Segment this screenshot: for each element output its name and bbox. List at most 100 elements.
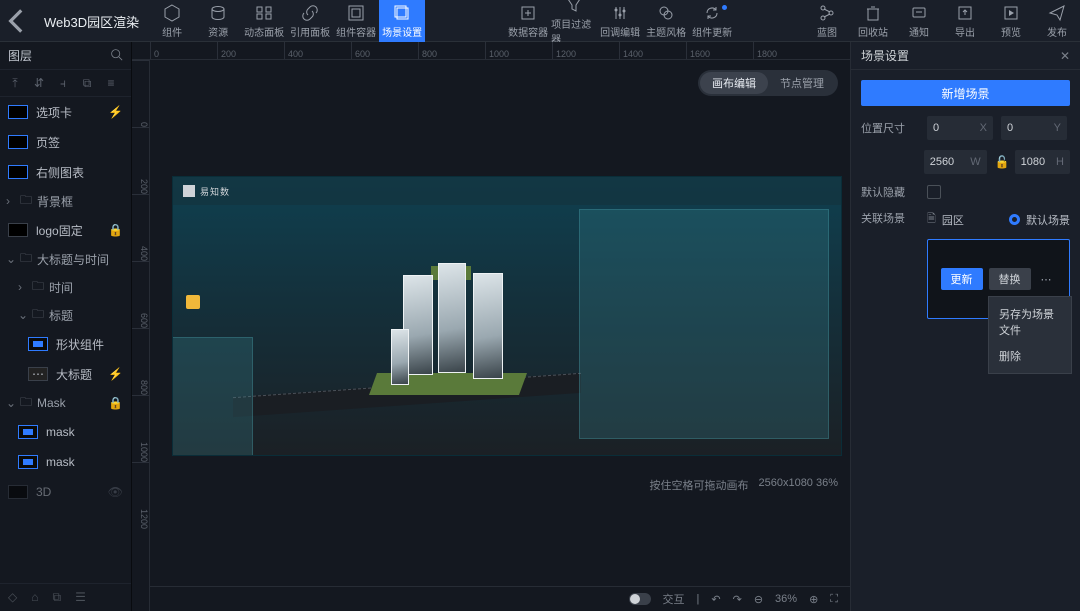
folder-icon: 🗀 — [20, 191, 32, 212]
ruler-horizontal: 020040060080010001200140016001800 — [132, 42, 850, 60]
layer-item[interactable]: 3D👁 — [0, 477, 131, 507]
eye-off-icon[interactable]: 👁 — [108, 485, 123, 499]
y-input[interactable]: 0Y — [1001, 116, 1067, 140]
tool-dynamic-panel[interactable]: 动态面板 — [241, 0, 287, 42]
footer-tool-icon[interactable]: ⧉ — [52, 590, 61, 605]
tool-filter[interactable]: 项目过滤器 — [551, 0, 597, 42]
add-scene-button[interactable]: 新增场景 — [861, 80, 1070, 106]
tool-preview[interactable]: 预览 — [988, 0, 1034, 42]
zoom-in-icon[interactable]: ⊕ — [809, 593, 818, 606]
position-label: 位置尺寸 — [861, 120, 919, 136]
dd-save-as[interactable]: 另存为场景文件 — [989, 301, 1071, 343]
update-button[interactable]: 更新 — [941, 268, 983, 290]
folder-icon: 🗀 — [20, 393, 32, 414]
tool-notify[interactable]: 通知 — [896, 0, 942, 42]
tool-data-container[interactable]: 数据容器 — [505, 0, 551, 42]
replace-button[interactable]: 替换 — [989, 268, 1031, 290]
folder-icon: 🗀 — [32, 277, 44, 298]
top-bar: Web3D园区渲染 组件 资源 动态面板 引用面板 组件容器 场景设置 数据容器… — [0, 0, 1080, 42]
align-group-icon[interactable]: ⧉ — [80, 76, 94, 90]
scene-viewport[interactable]: 易知数 — [172, 176, 842, 456]
canvas-area: 020040060080010001200140016001800 020040… — [132, 42, 850, 611]
mode-edit[interactable]: 画布编辑 — [700, 72, 768, 94]
tool-ref-panel[interactable]: 引用面板 — [287, 0, 333, 42]
interact-toggle[interactable] — [629, 593, 651, 605]
layer-group[interactable]: ›🗀时间 — [0, 273, 131, 301]
height-input[interactable]: 1080H — [1015, 150, 1070, 174]
dd-delete[interactable]: 删除 — [989, 343, 1071, 369]
layer-panel-title: 图层 — [8, 47, 32, 64]
width-input[interactable]: 2560W — [924, 150, 987, 174]
ruler-vertical: 020040060080010001200 — [132, 60, 150, 611]
tool-recycle[interactable]: 回收站 — [850, 0, 896, 42]
search-icon[interactable] — [110, 48, 123, 64]
tool-container[interactable]: 组件容器 — [333, 0, 379, 42]
more-dropdown: 另存为场景文件 删除 — [988, 296, 1072, 374]
layer-group[interactable]: ⌄🗀Mask🔒 — [0, 389, 131, 417]
default-scene-radio[interactable] — [1009, 214, 1020, 225]
bolt-icon: ⚡ — [108, 367, 123, 381]
folder-icon: 🗀 — [32, 305, 44, 326]
divider: | — [697, 593, 700, 605]
tool-theme[interactable]: 主题风格 — [643, 0, 689, 42]
right-overlay-panel[interactable] — [579, 209, 829, 439]
bottom-statusbar: 交互 | ↶ ↷ ⊖ 36% ⊕ ⛶ — [150, 586, 850, 611]
file-icon: 🗎 — [927, 210, 936, 229]
scene-thumbnail-card: 更新 替换 ⋯ 另存为场景文件 删除 — [927, 239, 1070, 319]
close-icon[interactable]: ✕ — [1060, 49, 1070, 63]
back-button[interactable] — [0, 0, 34, 42]
link-scene-label: 关联场景 — [861, 210, 919, 226]
layer-item[interactable]: mask — [0, 417, 131, 447]
layer-item[interactable]: 右侧图表 — [0, 157, 131, 187]
x-input[interactable]: 0X — [927, 116, 993, 140]
left-overlay-panel[interactable] — [173, 337, 253, 455]
layer-tree: 选项卡⚡ 页签 右侧图表 ›🗀背景框 logo固定🔒 ⌄🗀大标题与时间 ›🗀时间… — [0, 97, 131, 583]
align-mid-icon[interactable]: ⇵ — [32, 76, 46, 90]
toolbar-mid: 数据容器 项目过滤器 回调编辑 主题风格 组件更新 — [505, 0, 735, 42]
canvas-stage[interactable]: 画布编辑 节点管理 易知数 — [150, 60, 850, 611]
lock-icon: 🔒 — [108, 396, 123, 410]
tool-comp-update[interactable]: 组件更新 — [689, 0, 735, 42]
hide-label: 默认隐藏 — [861, 184, 919, 200]
tool-export[interactable]: 导出 — [942, 0, 988, 42]
redo-icon[interactable]: ↷ — [733, 593, 742, 606]
layer-item[interactable]: 选项卡⚡ — [0, 97, 131, 127]
align-dist-icon[interactable]: ⫞ — [56, 76, 70, 90]
more-button[interactable]: ⋯ — [1037, 268, 1057, 290]
footer-tool-icon[interactable]: ⌂ — [31, 590, 38, 605]
tool-scene-config[interactable]: 场景设置 — [379, 0, 425, 42]
undo-icon[interactable]: ↶ — [711, 593, 720, 606]
bolt-icon: ⚡ — [108, 105, 123, 119]
layer-group[interactable]: ⌄🗀标题 — [0, 301, 131, 329]
layer-panel: 图层 ⤒ ⇵ ⫞ ⧉ ≡ 选项卡⚡ 页签 右侧图表 ›🗀背景框 logo固定🔒 … — [0, 42, 132, 611]
mode-nodes[interactable]: 节点管理 — [768, 72, 836, 94]
tool-blueprint[interactable]: 蓝图 — [804, 0, 850, 42]
tool-publish[interactable]: 发布 — [1034, 0, 1080, 42]
lock-icon: 🔒 — [108, 223, 123, 237]
footer-tool-icon[interactable]: ☰ — [75, 590, 86, 605]
brand-logo — [183, 185, 195, 197]
footer-tool-icon[interactable]: ◇ — [8, 590, 17, 605]
hide-checkbox[interactable] — [927, 185, 941, 199]
align-list-icon[interactable]: ≡ — [104, 76, 118, 90]
zoom-out-icon[interactable]: ⊖ — [754, 593, 763, 606]
folder-icon: 🗀 — [20, 249, 32, 270]
layer-group[interactable]: ›🗀背景框 — [0, 187, 131, 215]
align-top-icon[interactable]: ⤒ — [8, 76, 22, 90]
layer-group[interactable]: ⌄🗀大标题与时间 — [0, 245, 131, 273]
mode-switcher: 画布编辑 节点管理 — [698, 70, 838, 96]
layer-item[interactable]: ⋯大标题⚡ — [0, 359, 131, 389]
toolbar-left: 组件 资源 动态面板 引用面板 组件容器 场景设置 — [149, 0, 425, 42]
layer-item[interactable]: mask — [0, 447, 131, 477]
layer-align-tools: ⤒ ⇵ ⫞ ⧉ ≡ — [0, 70, 131, 97]
tool-component[interactable]: 组件 — [149, 0, 195, 42]
fit-icon[interactable]: ⛶ — [830, 593, 838, 606]
inspector-panel: 场景设置 ✕ 新增场景 位置尺寸 0X 0Y 2560W 🔓 1080H 默认隐… — [850, 42, 1080, 611]
layer-item[interactable]: logo固定🔒 — [0, 215, 131, 245]
tool-resource[interactable]: 资源 — [195, 0, 241, 42]
aspect-lock-icon[interactable]: 🔓 — [995, 155, 1007, 169]
layer-item[interactable]: 页签 — [0, 127, 131, 157]
layer-item[interactable]: 形状组件 — [0, 329, 131, 359]
canvas-hint: 按住空格可拖动画布 2560x1080 36% — [649, 477, 838, 493]
tool-callback[interactable]: 回调编辑 — [597, 0, 643, 42]
